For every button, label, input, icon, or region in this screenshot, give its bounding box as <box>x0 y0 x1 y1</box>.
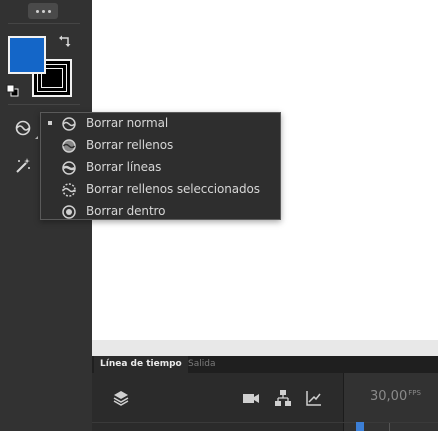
stage-pasteboard <box>92 340 438 356</box>
menu-item-label: Borrar rellenos <box>86 138 174 152</box>
playhead-marker[interactable] <box>356 422 364 431</box>
fps-display[interactable]: 30,00FPS <box>370 389 421 404</box>
menu-item-erase-lines[interactable]: Borrar líneas <box>41 157 280 179</box>
swap-colors-icon[interactable] <box>58 34 72 48</box>
menu-item-label: Borrar normal <box>86 116 169 130</box>
tab-output[interactable]: Salida <box>182 356 221 373</box>
tab-timeline[interactable]: Línea de tiempo <box>94 356 188 373</box>
frame-tick <box>389 423 390 431</box>
panel-tabbar: Línea de tiempo Salida <box>92 356 438 373</box>
menu-item-label: Borrar rellenos seleccionados <box>86 182 260 196</box>
fill-color-swatch[interactable] <box>8 36 46 74</box>
fps-value: 30,00 <box>370 389 408 404</box>
divider <box>8 23 80 24</box>
divider <box>92 422 438 423</box>
erase-selected-fills-icon <box>62 183 76 197</box>
menu-item-erase-selected-fills[interactable]: Borrar rellenos seleccionados <box>41 179 280 201</box>
divider <box>8 104 80 105</box>
menu-item-erase-fills[interactable]: Borrar rellenos <box>41 135 280 157</box>
menu-item-label: Borrar dentro <box>86 204 166 218</box>
magic-wand-icon <box>16 158 30 173</box>
camera-icon[interactable] <box>242 389 260 407</box>
layers-icon[interactable] <box>112 389 130 407</box>
eraser-tool-icon <box>15 120 31 136</box>
erase-inside-icon <box>62 205 76 219</box>
magic-wand-button[interactable] <box>11 154 35 178</box>
fps-unit: FPS <box>408 389 421 397</box>
erase-normal-icon <box>62 117 76 131</box>
timeline-panel: Línea de tiempo Salida 30,00FPS <box>92 356 438 431</box>
more-horizontal-icon[interactable] <box>28 3 58 19</box>
checked-indicator <box>48 121 52 125</box>
graph-icon[interactable] <box>305 389 323 407</box>
menu-item-label: Borrar líneas <box>86 160 162 174</box>
eraser-mode-menu: Borrar normal Borrar rellenos Borrar lín… <box>40 112 281 220</box>
erase-lines-icon <box>62 161 76 175</box>
eraser-tool-button[interactable] <box>11 116 38 140</box>
default-colors-icon[interactable] <box>6 84 19 97</box>
menu-item-erase-inside[interactable]: Borrar dentro <box>41 201 280 223</box>
menu-item-erase-normal[interactable]: Borrar normal <box>41 113 280 135</box>
erase-fills-icon <box>62 139 76 153</box>
hierarchy-icon[interactable] <box>274 389 292 407</box>
